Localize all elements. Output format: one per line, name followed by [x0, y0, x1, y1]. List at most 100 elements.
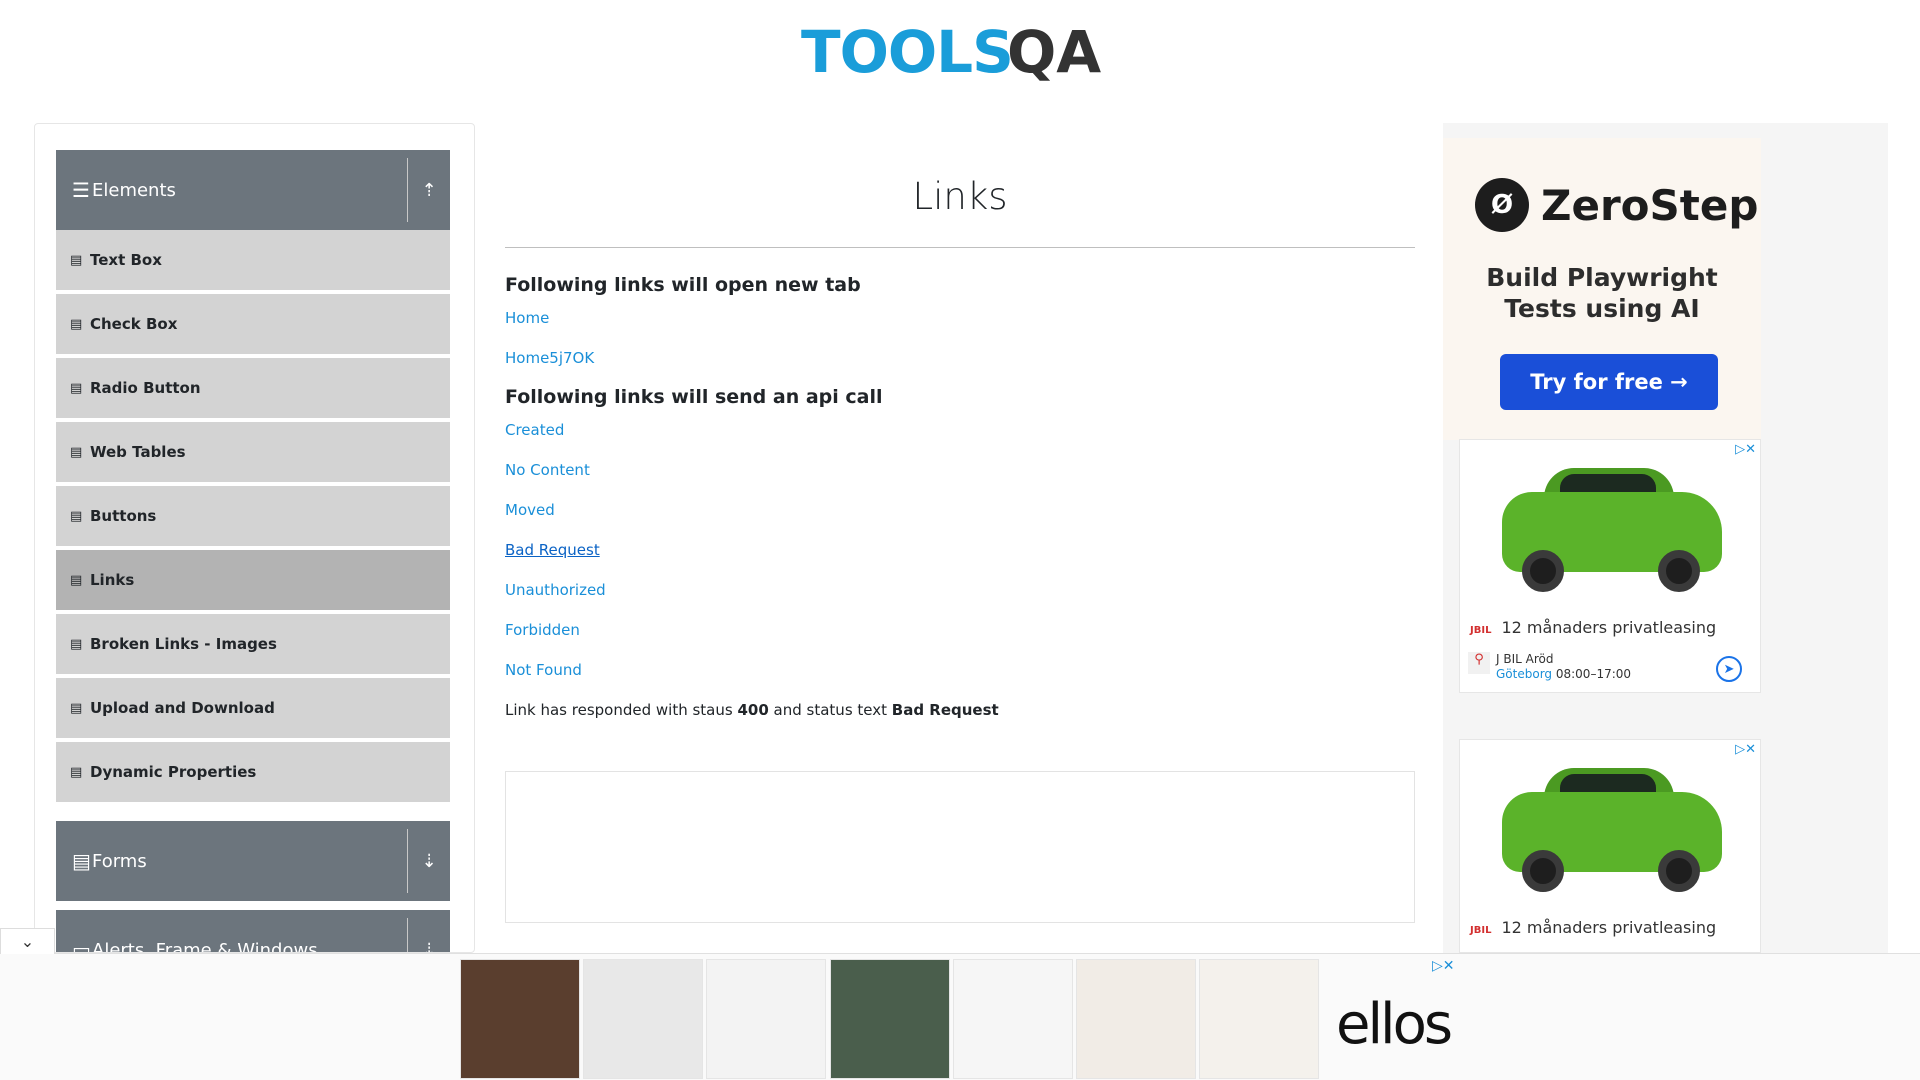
try-for-free-button[interactable]: Try for free →: [1500, 354, 1718, 410]
collapse-up-icon[interactable]: ⇡: [407, 158, 450, 222]
sidebar-item-broken-links[interactable]: ▤ Broken Links - Images: [56, 614, 450, 676]
link-home-dynamic[interactable]: Home5j7OK: [505, 349, 594, 367]
car-wheel: [1522, 550, 1564, 592]
car-wheel: [1658, 550, 1700, 592]
logo-tools-text: TOOLS: [801, 18, 1014, 86]
dealer-city: Göteborg: [1496, 667, 1553, 681]
list-icon: ▤: [70, 764, 83, 780]
sidebar-item-web-tables[interactable]: ▤ Web Tables: [56, 422, 450, 484]
logo-qa-text: QA: [1007, 18, 1102, 86]
sidebar-item-label: Radio Button: [90, 379, 201, 397]
sidebar-item-text-box[interactable]: ▤ Text Box: [56, 230, 450, 292]
dealer-hours: 08:00–17:00: [1555, 667, 1632, 681]
link-bad-request[interactable]: Bad Request: [505, 541, 600, 559]
response-middle: and status text: [768, 701, 892, 719]
car-ad-headline: 12 månaders privatleasing: [1501, 918, 1717, 937]
product-lamp-6[interactable]: [1076, 959, 1196, 1079]
chevron-down-icon[interactable]: ⌄: [0, 928, 55, 954]
sidebar-item-check-box[interactable]: ▤ Check Box: [56, 294, 450, 356]
link-moved[interactable]: Moved: [505, 501, 555, 519]
link-unauthorized[interactable]: Unauthorized: [505, 581, 606, 599]
product-lamp-4[interactable]: [830, 959, 950, 1079]
map-pin-icon: ⚲: [1468, 652, 1490, 674]
car-ad-headline: 12 månaders privatleasing: [1501, 618, 1717, 637]
car-ad-headline-row: JBIL 12 månaders privatleasing: [1470, 918, 1716, 937]
page-title: Links: [912, 175, 1008, 218]
sidebar-item-label: Text Box: [90, 251, 162, 269]
ad-placeholder-box: [505, 771, 1415, 923]
title-divider: [505, 247, 1415, 248]
dealer-name: J BIL Aröd: [1496, 652, 1554, 666]
list-icon: ▤: [70, 636, 83, 652]
sidebar-item-label: Links: [90, 571, 135, 589]
group-label: Alerts, Frame & Windows: [92, 939, 318, 953]
ellos-logo[interactable]: ellos: [1336, 992, 1453, 1057]
bottom-ad-bar: ⌄ ellos ▷✕: [0, 928, 1920, 1080]
zerostep-logo: Ø ZeroStep: [1475, 178, 1758, 232]
zerostep-tagline: Build Playwright Tests using AI: [1443, 262, 1761, 324]
car-wheel: [1522, 850, 1564, 892]
directions-icon[interactable]: ➤: [1716, 656, 1742, 682]
car-ad-headline-row: JBIL 12 månaders privatleasing: [1470, 618, 1716, 637]
product-lamp-2[interactable]: [583, 959, 703, 1079]
sidebar-item-label: Upload and Download: [90, 699, 275, 717]
sidebar-item-dynamic-properties[interactable]: ▤ Dynamic Properties: [56, 742, 450, 804]
adchoices-icon[interactable]: ▷✕: [1432, 958, 1455, 974]
adchoices-icon[interactable]: ▷✕: [1735, 742, 1756, 757]
product-lamp-7[interactable]: [1199, 959, 1319, 1079]
sidebar-item-label: Broken Links - Images: [90, 635, 277, 653]
list-icon: ▤: [70, 700, 83, 716]
zerostep-ad[interactable]: Ø ZeroStep Build Playwright Tests using …: [1443, 138, 1761, 440]
link-not-found[interactable]: Not Found: [505, 661, 582, 679]
sidebar-item-label: Dynamic Properties: [90, 763, 257, 781]
jbil-logo: JBIL: [1470, 625, 1492, 636]
site-header: TOOLS QA: [0, 0, 1920, 110]
expand-down-icon[interactable]: ⇣: [407, 829, 450, 893]
sidebar-item-label: Buttons: [90, 507, 157, 525]
sidebar-item-label: Check Box: [90, 315, 178, 333]
group-label: Forms: [92, 850, 147, 872]
sidebar-item-radio-button[interactable]: ▤ Radio Button: [56, 358, 450, 420]
left-sidebar: ☰ Elements ⇡ ▤ Text Box ▤ Check Box ▤ Ra…: [34, 123, 475, 953]
list-icon: ▤: [70, 572, 83, 588]
jbil-logo: JBIL: [1470, 925, 1492, 936]
sidebar-item-label: Web Tables: [90, 443, 186, 461]
group-forms-header[interactable]: ▤ Forms ⇣: [56, 821, 450, 901]
sidebar-item-buttons[interactable]: ▤ Buttons: [56, 486, 450, 548]
window-icon: ▭: [72, 938, 91, 953]
group-elements-header[interactable]: ☰ Elements ⇡: [56, 150, 450, 230]
hamburger-icon: ☰: [72, 178, 90, 202]
sidebar-item-links[interactable]: ▤ Links: [56, 550, 450, 612]
adchoices-icon[interactable]: ▷✕: [1735, 442, 1756, 457]
list-icon: ▤: [70, 380, 83, 396]
link-response-message: Link has responded with staus 400 and st…: [505, 701, 999, 719]
right-ad-column: Ø ZeroStep Build Playwright Tests using …: [1443, 123, 1888, 953]
zerostep-tagline-line-1: Build Playwright: [1486, 263, 1718, 292]
product-lamp-5[interactable]: [953, 959, 1073, 1079]
dealer-info: ⚲ J BIL Aröd Göteborg 08:00–17:00: [1468, 652, 1631, 682]
document-icon: ▤: [72, 849, 91, 873]
list-icon: ▤: [70, 508, 83, 524]
sidebar-item-upload-download[interactable]: ▤ Upload and Download: [56, 678, 450, 740]
toolsqa-logo[interactable]: TOOLS QA: [801, 14, 1124, 92]
car-ad-1[interactable]: ▷✕ JBIL 12 månaders privatleasing ⚲ J BIL …: [1459, 439, 1761, 693]
section-heading-api: Following links will send an api call: [505, 386, 883, 408]
product-lamp-1[interactable]: [460, 959, 580, 1079]
car-ad-2[interactable]: ▷✕ JBIL 12 månaders privatleasing: [1459, 739, 1761, 953]
zerostep-mark-icon: Ø: [1475, 178, 1529, 232]
product-lamp-3[interactable]: [706, 959, 826, 1079]
section-heading-new-tab: Following links will open new tab: [505, 274, 861, 296]
link-forbidden[interactable]: Forbidden: [505, 621, 580, 639]
list-icon: ▤: [70, 316, 83, 332]
link-home[interactable]: Home: [505, 309, 549, 327]
expand-down-icon[interactable]: ⇣: [407, 918, 450, 952]
zerostep-tagline-line-2: Tests using AI: [1504, 294, 1700, 323]
link-no-content[interactable]: No Content: [505, 461, 590, 479]
list-icon: ▤: [70, 252, 83, 268]
car-wheel: [1658, 850, 1700, 892]
car-image: [1482, 460, 1740, 610]
link-created[interactable]: Created: [505, 421, 564, 439]
list-icon: ▤: [70, 444, 83, 460]
zerostep-name: ZeroStep: [1541, 180, 1759, 230]
group-alerts-header[interactable]: ▭ Alerts, Frame & Windows ⇣: [56, 910, 450, 953]
